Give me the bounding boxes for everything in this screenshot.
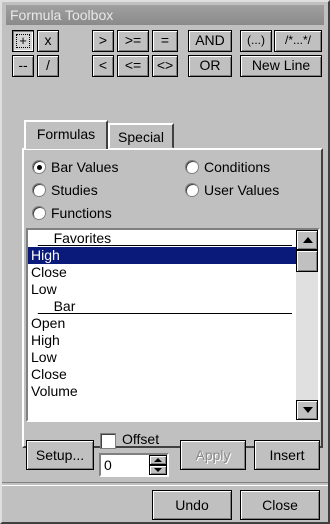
or-button[interactable]: OR [188,55,232,77]
close-button[interactable]: Close [240,490,320,520]
close-label: Close [262,497,298,513]
title-bar[interactable]: Formula Toolbox [6,5,324,25]
scroll-up-button[interactable] [296,230,318,250]
arrow-down-icon [154,468,162,472]
radio-icon [32,183,46,197]
new-line-button[interactable]: New Line [240,55,322,77]
divide-button[interactable]: / [37,55,59,77]
radio-icon [185,183,199,197]
list-scrollbar[interactable] [296,230,318,420]
radio-studies[interactable]: Studies [32,181,172,199]
radio-checked-icon [32,160,46,174]
offset-label: Offset [122,431,160,447]
tab-formulas[interactable]: Formulas [24,120,108,149]
radio-conditions[interactable]: Conditions [185,158,315,176]
arrow-up-icon [154,458,162,462]
equals-button[interactable]: = [152,30,178,52]
scroll-thumb[interactable] [296,250,318,272]
radio-functions[interactable]: Functions [32,204,172,222]
less-than-button[interactable]: < [92,55,114,77]
radio-bar-values[interactable]: Bar Values [32,158,172,176]
plus-button[interactable]: + [12,30,34,52]
greater-than-button[interactable]: > [92,30,114,52]
plus-icon: + [16,34,30,48]
list-group-header[interactable]: __Bar__ [28,298,296,315]
list-item[interactable]: Close [28,264,296,281]
scroll-down-button[interactable] [296,400,318,420]
radio-icon [185,160,199,174]
multiply-button[interactable]: x [37,30,59,52]
parentheses-button[interactable]: (...) [240,30,272,52]
formula-toolbox-window: Formula Toolbox + x > >= = AND (...) /*.… [0,0,330,524]
comment-button[interactable]: /*...*/ [274,30,322,52]
list-item[interactable]: Low [28,281,296,298]
arrow-up-icon [303,237,313,243]
list-item[interactable]: Open [28,315,296,332]
arrow-down-icon [303,407,313,413]
tab-special[interactable]: Special [108,123,174,149]
radio-user-values[interactable]: User Values [185,181,315,199]
spin-up-button[interactable] [149,455,167,465]
not-equal-button[interactable]: <> [152,55,178,77]
insert-button[interactable]: Insert [254,440,320,470]
list-item[interactable]: Volume [28,383,296,400]
list-item[interactable]: Low [28,349,296,366]
list-item[interactable]: High [28,247,296,264]
greater-equal-button[interactable]: >= [117,30,149,52]
list-item[interactable]: High [28,332,296,349]
apply-button[interactable]: Apply [180,440,246,470]
less-equal-button[interactable]: <= [117,55,149,77]
minus-button[interactable]: -- [12,55,34,77]
list-group-header[interactable]: __Favorites__ [28,230,296,247]
list-items: __Favorites__ High Close Low __Bar__ Ope… [28,230,296,400]
formula-listbox[interactable]: __Favorites__ High Close Low __Bar__ Ope… [26,228,320,422]
list-item[interactable]: Close [28,366,296,383]
spin-down-button[interactable] [149,465,167,475]
undo-label: Undo [175,497,209,513]
offset-value: 0 [104,457,112,473]
undo-button[interactable]: Undo [152,490,232,520]
and-button[interactable]: AND [188,30,232,52]
offset-stepper[interactable]: 0 [99,453,169,477]
setup-button[interactable]: Setup... [26,440,94,470]
divider [2,482,328,486]
radio-icon [32,206,46,220]
offset-checkbox[interactable] [100,433,116,449]
